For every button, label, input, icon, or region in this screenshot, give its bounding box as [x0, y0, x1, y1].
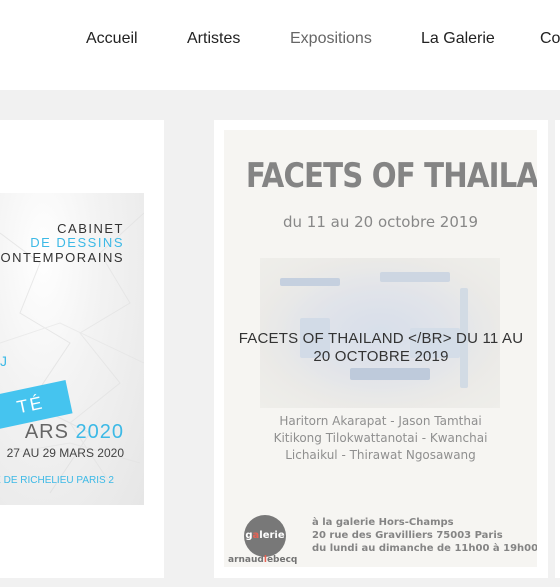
nav-item-accueil[interactable]: Accueil [86, 30, 138, 48]
nav-item-artistes[interactable]: Artistes [187, 30, 240, 48]
poster-month: ARS 2020 [25, 421, 124, 444]
poster-address: UE DE RICHELIEU PARIS 2 [0, 475, 114, 486]
poster-text-dessins: DE DESSINS [30, 235, 124, 250]
poster-text-contemporains: CONTEMPORAINS [0, 250, 124, 265]
nav-item-expositions[interactable]: Expositions [290, 30, 372, 48]
poster-month-prefix: ARS [24, 421, 76, 443]
poster-glyph: J [0, 353, 7, 369]
exhibition-card-title[interactable]: FACETS OF THAILAND </BR> DU 11 AU 20 OCT… [238, 330, 524, 366]
poster-year: 2020 [75, 421, 124, 443]
poster-text-cabinet: CABINET [57, 221, 124, 236]
poster-dates: 27 AU 29 MARS 2020 [6, 446, 124, 460]
main-nav: Accueil Artistes Expositions La Galerie … [0, 0, 560, 90]
exhibition-card[interactable]: CABINET DE DESSINS CONTEMPORAINS J ARS 2… [0, 120, 164, 578]
exhibition-card-next[interactable] [555, 120, 560, 578]
nav-item-la-galerie[interactable]: La Galerie [421, 30, 495, 48]
exhibition-card-facets-of-thailand[interactable]: FACETS OF THAILAND du 11 au 20 octobre 2… [214, 120, 548, 578]
exhibitions-grid: CABINET DE DESSINS CONTEMPORAINS J ARS 2… [0, 90, 560, 587]
exhibition-poster: CABINET DE DESSINS CONTEMPORAINS J ARS 2… [0, 193, 144, 505]
nav-item-contact[interactable]: Co [540, 30, 560, 48]
